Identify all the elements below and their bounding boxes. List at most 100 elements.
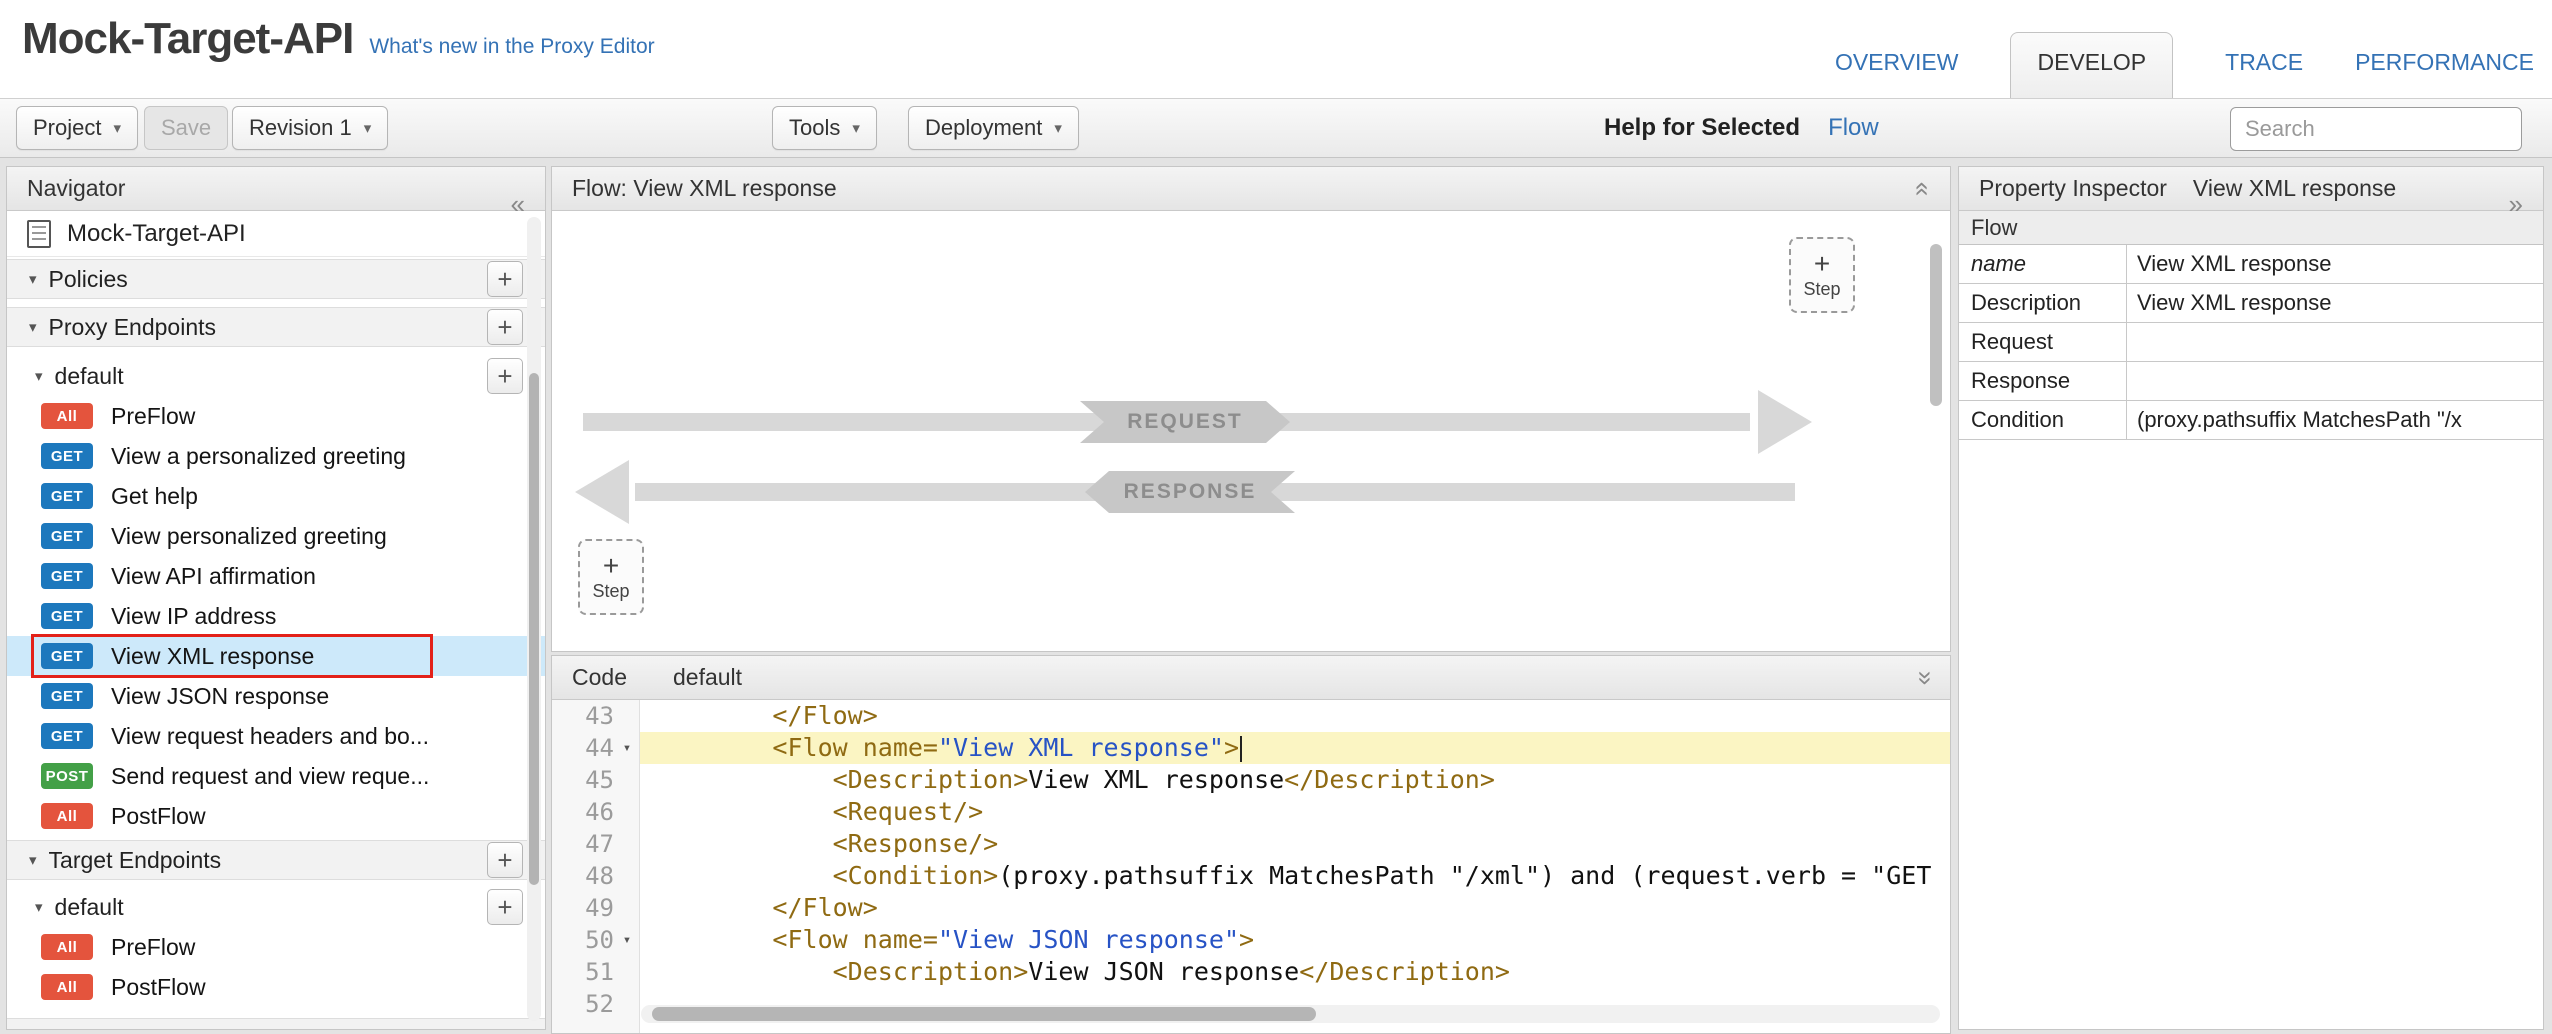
- search-input[interactable]: [2230, 107, 2522, 151]
- fold-caret-spacer: [614, 892, 640, 924]
- revision-dropdown-label: Revision 1: [249, 115, 352, 141]
- project-dropdown[interactable]: Project ▾: [16, 106, 138, 150]
- code-line-43: 43 </Flow>: [552, 700, 1950, 732]
- add-policy-button[interactable]: +: [487, 261, 523, 297]
- method-badge-get: GET: [41, 523, 93, 549]
- tab-overview[interactable]: OVERVIEW: [1835, 49, 1959, 98]
- expand-panel-icon[interactable]: »: [2509, 189, 2523, 220]
- caret-down-icon: ▾: [852, 119, 860, 137]
- inspector-group-flow: Flow: [1959, 211, 2543, 245]
- property-value[interactable]: [2127, 323, 2543, 361]
- whats-new-link[interactable]: What's new in the Proxy Editor: [369, 35, 654, 59]
- code-line-47: 47 <Response/>: [552, 828, 1950, 860]
- flow-map-canvas[interactable]: + Step REQUEST RESPONSE + Step: [552, 211, 1950, 651]
- property-label: Request: [1959, 323, 2127, 361]
- code-panel-title: Code: [572, 664, 627, 691]
- navigator-body: Mock-Target-API ▾ Policies + ▾ Proxy End…: [7, 211, 545, 1029]
- nav-flow-view-request-headers-and-bo[interactable]: GETView request headers and bo...: [7, 716, 545, 756]
- code-lines: 43 </Flow>44▾ <Flow name="View XML respo…: [552, 700, 1950, 1020]
- nav-flow-view-ip-address[interactable]: GETView IP address: [7, 596, 545, 636]
- section-resources-clipped[interactable]: ▾ Resources: [7, 1018, 545, 1029]
- code-text: <Request/>: [640, 796, 1950, 828]
- fold-caret-icon[interactable]: ▾: [614, 732, 640, 764]
- add-step-button-request[interactable]: + Step: [1789, 237, 1855, 313]
- section-policies-label: Policies: [49, 266, 128, 293]
- nav-flow-postflow[interactable]: AllPostFlow: [7, 967, 545, 1007]
- code-editor[interactable]: 43 </Flow>44▾ <Flow name="View XML respo…: [552, 700, 1950, 1033]
- line-number: 48: [552, 860, 614, 892]
- code-line-46: 46 <Request/>: [552, 796, 1950, 828]
- section-proxy-endpoints-label: Proxy Endpoints: [49, 314, 216, 341]
- help-group: Help for Selected Flow: [1604, 99, 1879, 157]
- fold-caret-spacer: [614, 700, 640, 732]
- flow-label: View IP address: [111, 603, 276, 630]
- help-flow-link[interactable]: Flow: [1828, 114, 1879, 142]
- nav-flow-get-help[interactable]: GETGet help: [7, 476, 545, 516]
- method-badge-get: GET: [41, 683, 93, 709]
- add-target-endpoint-button[interactable]: +: [487, 842, 523, 878]
- code-text: <Condition>(proxy.pathsuffix MatchesPath…: [640, 860, 1950, 892]
- property-label: Description: [1959, 284, 2127, 322]
- save-button[interactable]: Save: [144, 106, 228, 150]
- nav-flow-view-xml-response[interactable]: GETView XML response: [7, 636, 545, 676]
- nav-flow-postflow[interactable]: AllPostFlow: [7, 796, 545, 836]
- inspector-row-name: nameView XML response: [1959, 245, 2543, 284]
- collapse-flow-icon[interactable]: «: [1907, 181, 1938, 195]
- proxy-endpoint-default[interactable]: ▾ default +: [7, 356, 545, 396]
- nav-flow-preflow[interactable]: AllPreFlow: [7, 927, 545, 967]
- caret-down-icon: ▾: [29, 851, 37, 869]
- section-proxy-endpoints[interactable]: ▾ Proxy Endpoints +: [7, 307, 545, 347]
- flow-label: View request headers and bo...: [111, 723, 429, 750]
- flow-label: View a personalized greeting: [111, 443, 406, 470]
- property-value[interactable]: (proxy.pathsuffix MatchesPath "/x: [2127, 401, 2543, 439]
- property-inspector-panel: Property Inspector View XML response » F…: [1958, 166, 2544, 1030]
- tab-performance[interactable]: PERFORMANCE: [2355, 49, 2534, 98]
- flow-label: View personalized greeting: [111, 523, 387, 550]
- property-value[interactable]: View XML response: [2127, 284, 2543, 322]
- add-proxy-flow-button[interactable]: +: [487, 358, 523, 394]
- request-banner: REQUEST: [1080, 401, 1290, 443]
- add-step-button-response[interactable]: + Step: [578, 539, 644, 615]
- inspector-row-description: DescriptionView XML response: [1959, 284, 2543, 323]
- flow-scrollbar-thumb[interactable]: [1930, 244, 1942, 406]
- flow-label: Send request and view reque...: [111, 763, 429, 790]
- nav-flow-preflow[interactable]: AllPreFlow: [7, 396, 545, 436]
- proxy-root-item[interactable]: Mock-Target-API: [7, 211, 545, 257]
- section-target-endpoints-label: Target Endpoints: [49, 847, 222, 874]
- section-target-endpoints[interactable]: ▾ Target Endpoints +: [7, 840, 545, 880]
- tab-develop[interactable]: DEVELOP: [2010, 32, 2173, 98]
- nav-flow-view-json-response[interactable]: GETView JSON response: [7, 676, 545, 716]
- add-target-flow-button[interactable]: +: [487, 889, 523, 925]
- method-badge-get: GET: [41, 443, 93, 469]
- fold-caret-icon[interactable]: ▾: [614, 924, 640, 956]
- fold-caret-spacer: [614, 828, 640, 860]
- target-endpoint-default[interactable]: ▾ default +: [7, 887, 545, 927]
- collapse-code-icon[interactable]: «: [1907, 670, 1938, 684]
- deployment-dropdown[interactable]: Deployment ▾: [908, 106, 1079, 150]
- code-hscrollbar-thumb[interactable]: [652, 1007, 1316, 1021]
- navigator-scrollbar-thumb[interactable]: [529, 373, 539, 885]
- tools-dropdown-label: Tools: [789, 115, 840, 141]
- line-number: 52: [552, 988, 614, 1020]
- nav-flow-view-api-affirmation[interactable]: GETView API affirmation: [7, 556, 545, 596]
- code-panel: Code default « 43 </Flow>44▾ <Flow name=…: [551, 655, 1951, 1034]
- add-proxy-endpoint-button[interactable]: +: [487, 309, 523, 345]
- nav-flow-view-personalized-greeting[interactable]: GET View personalized greeting: [7, 516, 545, 556]
- property-value[interactable]: [2127, 362, 2543, 400]
- inspector-header: Property Inspector View XML response »: [1959, 167, 2543, 211]
- property-label: Condition: [1959, 401, 2127, 439]
- line-number: 50: [552, 924, 614, 956]
- property-value[interactable]: View XML response: [2127, 245, 2543, 283]
- caret-down-icon: ▾: [29, 318, 37, 336]
- target-endpoint-default-label: default: [55, 894, 124, 921]
- nav-flow-send-request-and-view-reque[interactable]: POSTSend request and view reque...: [7, 756, 545, 796]
- nav-flow-view-a-personalized-greeting[interactable]: GET View a personalized greeting: [7, 436, 545, 476]
- revision-dropdown[interactable]: Revision 1 ▾: [232, 106, 388, 150]
- method-badge-all: All: [41, 934, 93, 960]
- tools-dropdown[interactable]: Tools ▾: [772, 106, 877, 150]
- proxy-flow-list: AllPreFlow GET View a personalized greetin…: [7, 396, 545, 836]
- method-badge-get: GET: [41, 643, 93, 669]
- section-policies[interactable]: ▾ Policies +: [7, 259, 545, 299]
- tab-trace[interactable]: TRACE: [2225, 49, 2303, 98]
- flow-label: View API affirmation: [111, 563, 316, 590]
